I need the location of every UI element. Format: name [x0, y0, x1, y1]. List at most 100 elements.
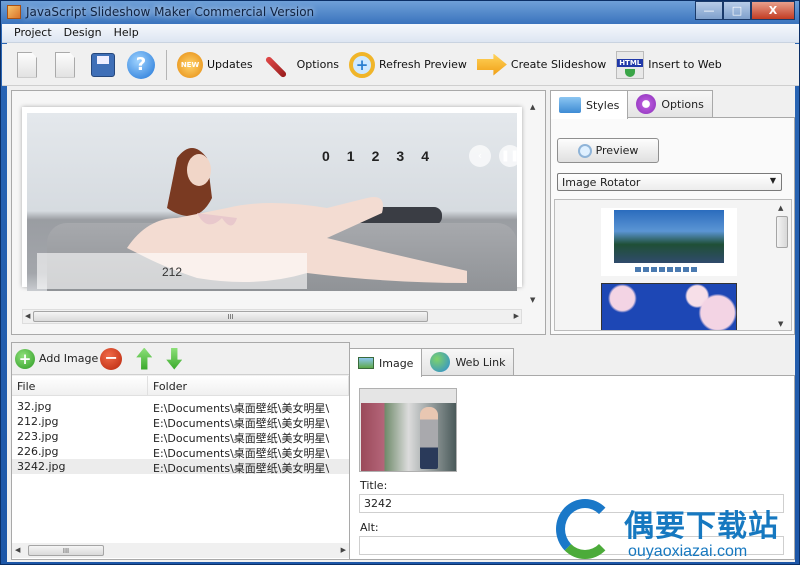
- previous-slide-button[interactable]: ‹: [469, 145, 491, 167]
- menu-project[interactable]: Project: [8, 24, 58, 42]
- table-horizontal-scrollbar[interactable]: ◀ III ▶: [12, 543, 349, 558]
- tab-web-link[interactable]: Web Link: [421, 348, 515, 375]
- scrollbar-thumb[interactable]: III: [33, 311, 428, 322]
- tab-image-label: Image: [379, 356, 414, 370]
- help-icon: ?: [127, 50, 155, 79]
- updates-button[interactable]: NEW Updates: [173, 48, 257, 82]
- client-area: Project Design Help ? NEW Updates Options…: [2, 24, 799, 562]
- scroll-down-icon[interactable]: ▼: [778, 320, 783, 328]
- tab-styles[interactable]: Styles: [550, 90, 629, 119]
- save-button[interactable]: [84, 48, 122, 82]
- menu-help[interactable]: Help: [108, 24, 145, 42]
- folder-icon: [559, 97, 581, 113]
- table-row[interactable]: 212.jpg E:\Documents\桌面壁纸\美女明星\: [12, 414, 349, 429]
- updates-label: Updates: [207, 58, 253, 71]
- selected-image-thumbnail: [359, 388, 457, 472]
- scroll-left-icon[interactable]: ◀: [25, 312, 30, 320]
- create-slideshow-button[interactable]: Create Slideshow: [473, 48, 610, 82]
- style-thumbnail-list: ▲ ▼: [554, 199, 792, 331]
- style-thumbnail-blossom[interactable]: [601, 283, 738, 330]
- file-cell: 212.jpg: [17, 415, 59, 428]
- table-row[interactable]: 223.jpg E:\Documents\桌面壁纸\美女明星\: [12, 429, 349, 444]
- styles-tab-body: Preview Image Rotator ▼ ▲ ▼: [550, 117, 795, 335]
- options-label: Options: [296, 58, 340, 71]
- slide-nav-3[interactable]: 3: [396, 148, 404, 164]
- help-button[interactable]: ?: [122, 48, 160, 82]
- file-cell: 223.jpg: [17, 430, 59, 443]
- scroll-up-icon[interactable]: ▲: [778, 204, 783, 212]
- refresh-preview-button[interactable]: + Refresh Preview: [345, 48, 471, 82]
- style-thumbnail-ferry[interactable]: [601, 208, 737, 276]
- options-button[interactable]: Options: [259, 48, 343, 82]
- new-badge-icon: NEW: [177, 51, 203, 78]
- slide-nav-4[interactable]: 4: [421, 148, 429, 164]
- app-icon: [7, 5, 21, 19]
- scrollbar-thumb[interactable]: III: [28, 545, 104, 556]
- slide-nav-1[interactable]: 1: [347, 148, 355, 164]
- alt-label: Alt:: [360, 521, 379, 534]
- column-header-folder[interactable]: Folder: [148, 376, 349, 395]
- table-row[interactable]: 226.jpg E:\Documents\桌面壁纸\美女明星\: [12, 444, 349, 459]
- toolbar: ? NEW Updates Options + Refresh Preview Cr…: [2, 44, 799, 86]
- zoom-in-icon: +: [349, 51, 376, 78]
- slide-nav-0[interactable]: 0: [322, 148, 330, 164]
- magnifier-icon: [577, 143, 592, 158]
- scroll-left-icon[interactable]: ◀: [15, 546, 20, 554]
- insert-to-web-button[interactable]: Insert to Web: [612, 48, 726, 82]
- slideshow-frame: 212 0 1 2 3 4 ‹ ❚❚: [22, 107, 522, 291]
- scroll-right-icon[interactable]: ▶: [514, 312, 519, 320]
- folder-cell: E:\Documents\桌面壁纸\美女明星\: [153, 447, 330, 459]
- image-list-panel: + Add Image − File Folder 32.jpg E:\Docume…: [11, 342, 350, 560]
- plus-icon: +: [15, 348, 35, 369]
- arrow-right-icon: [476, 53, 507, 76]
- new-project-button[interactable]: [8, 48, 46, 82]
- close-button[interactable]: X: [751, 1, 795, 20]
- style-panel: Styles Options Preview Image Rotator ▼ ▲ …: [550, 90, 795, 335]
- style-select[interactable]: Image Rotator ▼: [557, 173, 782, 191]
- table-row[interactable]: 32.jpg E:\Documents\桌面壁纸\美女明星\: [12, 399, 349, 414]
- scrollbar-thumb[interactable]: [776, 216, 788, 248]
- app-window: JavaScript Slideshow Maker Commercial Ve…: [0, 0, 800, 565]
- watermark-url: ouyaoxiazai.com: [628, 543, 748, 560]
- file-cell: 226.jpg: [17, 445, 59, 458]
- scroll-up-icon[interactable]: ▲: [530, 103, 535, 111]
- html-icon: [616, 50, 645, 79]
- image-list-toolbar: + Add Image −: [12, 343, 349, 375]
- minimize-button[interactable]: —: [695, 1, 723, 20]
- menu-design[interactable]: Design: [58, 24, 108, 42]
- preview-button[interactable]: Preview: [557, 138, 659, 163]
- pause-button[interactable]: ❚❚: [499, 145, 517, 167]
- open-project-button[interactable]: [46, 48, 84, 82]
- menu-bar: Project Design Help: [2, 24, 799, 43]
- title-label: Title:: [360, 479, 388, 492]
- ferry-image: [614, 210, 724, 263]
- slide-nav-2[interactable]: 2: [372, 148, 380, 164]
- window-title: JavaScript Slideshow Maker Commercial Ve…: [26, 5, 315, 19]
- style-list-scrollbar[interactable]: ▲ ▼: [775, 202, 789, 330]
- tab-styles-label: Styles: [586, 98, 620, 112]
- tab-options[interactable]: Options: [627, 90, 713, 117]
- move-up-button[interactable]: [136, 347, 153, 370]
- remove-image-button[interactable]: −: [100, 347, 123, 370]
- preview-horizontal-scrollbar[interactable]: ◀ III ▶: [22, 309, 522, 324]
- slide-image: 212 0 1 2 3 4 ‹ ❚❚: [27, 113, 517, 291]
- tab-image[interactable]: Image: [349, 348, 423, 377]
- add-image-button[interactable]: + Add Image: [15, 348, 98, 369]
- scroll-down-icon[interactable]: ▼: [530, 296, 535, 304]
- file-cell: 3242.jpg: [17, 460, 66, 473]
- preview-vertical-scrollbar[interactable]: ▲ ▼: [526, 101, 540, 306]
- toolbar-separator: [166, 49, 167, 80]
- insert-to-web-label: Insert to Web: [648, 58, 722, 71]
- move-down-button[interactable]: [166, 347, 183, 370]
- watermark: 偶要下载站 ouyaoxiazai.com: [556, 499, 796, 564]
- table-row[interactable]: 3242.jpg E:\Documents\桌面壁纸\美女明星\: [12, 459, 349, 474]
- scroll-right-icon[interactable]: ▶: [341, 546, 346, 554]
- maximize-button[interactable]: □: [723, 1, 751, 20]
- watermark-logo-icon: [556, 499, 614, 559]
- column-header-file[interactable]: File: [12, 376, 148, 395]
- tab-web-link-label: Web Link: [455, 355, 506, 369]
- refresh-preview-label: Refresh Preview: [379, 58, 467, 71]
- new-document-icon: [17, 51, 37, 78]
- folder-cell: E:\Documents\桌面壁纸\美女明星\: [153, 462, 330, 474]
- watermark-text: 偶要下载站: [624, 509, 779, 544]
